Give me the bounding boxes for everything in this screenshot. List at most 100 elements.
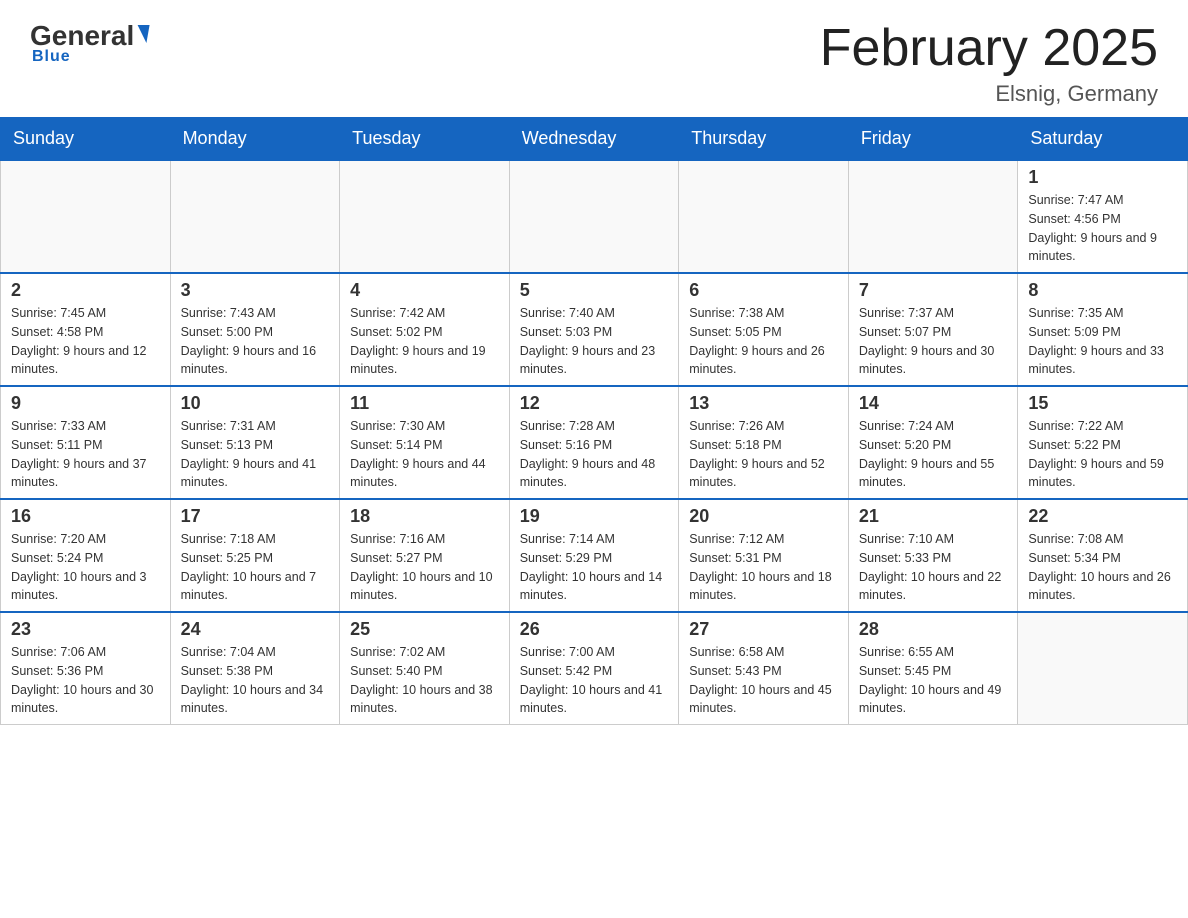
day-number: 22 [1028,506,1177,527]
day-info: Sunrise: 7:31 AM Sunset: 5:13 PM Dayligh… [181,417,330,492]
logo-arrow-icon [135,25,150,43]
day-info: Sunrise: 7:30 AM Sunset: 5:14 PM Dayligh… [350,417,499,492]
calendar-cell: 28Sunrise: 6:55 AM Sunset: 5:45 PM Dayli… [848,612,1018,725]
day-number: 16 [11,506,160,527]
calendar-cell [170,160,340,273]
day-info: Sunrise: 7:04 AM Sunset: 5:38 PM Dayligh… [181,643,330,718]
day-info: Sunrise: 7:45 AM Sunset: 4:58 PM Dayligh… [11,304,160,379]
week-row-5: 23 Sunrise: 7:06 AM Sunset: 5:36 PM Dayli… [1,612,1188,725]
calendar-cell: 25 Sunrise: 7:02 AM Sunset: 5:40 PM Dayli… [340,612,510,725]
day-of-week-tuesday: Tuesday [340,118,510,161]
day-number: 12 [520,393,669,414]
day-of-week-monday: Monday [170,118,340,161]
day-number: 21 [859,506,1008,527]
calendar-cell: 27Sunrise: 6:58 AM Sunset: 5:43 PM Dayli… [679,612,849,725]
day-info: Sunrise: 7:12 AM Sunset: 5:31 PM Dayligh… [689,530,838,605]
day-number: 7 [859,280,1008,301]
day-info: Sunrise: 7:42 AM Sunset: 5:02 PM Dayligh… [350,304,499,379]
day-number: 3 [181,280,330,301]
day-number: 26 [520,619,669,640]
calendar-cell: 8Sunrise: 7:35 AM Sunset: 5:09 PM Daylig… [1018,273,1188,386]
calendar-cell: 26 Sunrise: 7:00 AM Sunset: 5:42 PM Dayli… [509,612,679,725]
day-of-week-friday: Friday [848,118,1018,161]
calendar-cell: 16 Sunrise: 7:20 AM Sunset: 5:24 PM Dayli… [1,499,171,612]
calendar-cell: 6 Sunrise: 7:38 AM Sunset: 5:05 PM Daylig… [679,273,849,386]
day-number: 19 [520,506,669,527]
calendar-cell: 24 Sunrise: 7:04 AM Sunset: 5:38 PM Dayli… [170,612,340,725]
calendar-cell: 2Sunrise: 7:45 AM Sunset: 4:58 PM Daylig… [1,273,171,386]
calendar-cell [1,160,171,273]
calendar-cell: 12Sunrise: 7:28 AM Sunset: 5:16 PM Dayli… [509,386,679,499]
calendar-cell [340,160,510,273]
day-info: Sunrise: 7:02 AM Sunset: 5:40 PM Dayligh… [350,643,499,718]
page-header: General Blue February 2025 Elsnig, Germa… [0,0,1188,117]
day-number: 24 [181,619,330,640]
day-number: 11 [350,393,499,414]
week-row-4: 16 Sunrise: 7:20 AM Sunset: 5:24 PM Dayli… [1,499,1188,612]
day-of-week-wednesday: Wednesday [509,118,679,161]
calendar-wrapper: SundayMondayTuesdayWednesdayThursdayFrid… [0,117,1188,725]
day-number: 25 [350,619,499,640]
calendar-cell: 4 Sunrise: 7:42 AM Sunset: 5:02 PM Daylig… [340,273,510,386]
day-number: 10 [181,393,330,414]
logo: General Blue [30,20,148,66]
calendar-cell: 10 Sunrise: 7:31 AM Sunset: 5:13 PM Dayli… [170,386,340,499]
calendar-cell [509,160,679,273]
day-of-week-sunday: Sunday [1,118,171,161]
day-number: 9 [11,393,160,414]
day-number: 6 [689,280,838,301]
day-info: Sunrise: 7:06 AM Sunset: 5:36 PM Dayligh… [11,643,160,718]
calendar-cell: 20Sunrise: 7:12 AM Sunset: 5:31 PM Dayli… [679,499,849,612]
calendar-cell: 11 Sunrise: 7:30 AM Sunset: 5:14 PM Dayli… [340,386,510,499]
day-info: Sunrise: 7:38 AM Sunset: 5:05 PM Dayligh… [689,304,838,379]
day-info: Sunrise: 7:37 AM Sunset: 5:07 PM Dayligh… [859,304,1008,379]
calendar-cell [679,160,849,273]
day-info: Sunrise: 7:20 AM Sunset: 5:24 PM Dayligh… [11,530,160,605]
calendar-cell: 5 Sunrise: 7:40 AM Sunset: 5:03 PM Daylig… [509,273,679,386]
day-of-week-thursday: Thursday [679,118,849,161]
week-row-1: 1Sunrise: 7:47 AM Sunset: 4:56 PM Daylig… [1,160,1188,273]
day-info: Sunrise: 7:43 AM Sunset: 5:00 PM Dayligh… [181,304,330,379]
day-info: Sunrise: 7:40 AM Sunset: 5:03 PM Dayligh… [520,304,669,379]
day-number: 18 [350,506,499,527]
calendar-table: SundayMondayTuesdayWednesdayThursdayFrid… [0,117,1188,725]
day-info: Sunrise: 7:14 AM Sunset: 5:29 PM Dayligh… [520,530,669,605]
day-number: 17 [181,506,330,527]
calendar-cell [1018,612,1188,725]
day-number: 13 [689,393,838,414]
calendar-cell: 22 Sunrise: 7:08 AM Sunset: 5:34 PM Dayli… [1018,499,1188,612]
calendar-cell: 15 Sunrise: 7:22 AM Sunset: 5:22 PM Dayli… [1018,386,1188,499]
calendar-cell: 21 Sunrise: 7:10 AM Sunset: 5:33 PM Dayli… [848,499,1018,612]
title-area: February 2025 Elsnig, Germany [820,20,1158,107]
calendar-cell: 23 Sunrise: 7:06 AM Sunset: 5:36 PM Dayli… [1,612,171,725]
day-number: 28 [859,619,1008,640]
calendar-cell: 19 Sunrise: 7:14 AM Sunset: 5:29 PM Dayli… [509,499,679,612]
day-number: 27 [689,619,838,640]
day-info: Sunrise: 7:24 AM Sunset: 5:20 PM Dayligh… [859,417,1008,492]
calendar-header-row: SundayMondayTuesdayWednesdayThursdayFrid… [1,118,1188,161]
week-row-2: 2Sunrise: 7:45 AM Sunset: 4:58 PM Daylig… [1,273,1188,386]
day-number: 15 [1028,393,1177,414]
day-number: 14 [859,393,1008,414]
location: Elsnig, Germany [820,81,1158,107]
calendar-cell: 13 Sunrise: 7:26 AM Sunset: 5:18 PM Dayli… [679,386,849,499]
week-row-3: 9 Sunrise: 7:33 AM Sunset: 5:11 PM Daylig… [1,386,1188,499]
logo-blue-text: Blue [32,48,71,66]
day-info: Sunrise: 7:10 AM Sunset: 5:33 PM Dayligh… [859,530,1008,605]
day-info: Sunrise: 7:22 AM Sunset: 5:22 PM Dayligh… [1028,417,1177,492]
day-info: Sunrise: 7:26 AM Sunset: 5:18 PM Dayligh… [689,417,838,492]
day-info: Sunrise: 7:16 AM Sunset: 5:27 PM Dayligh… [350,530,499,605]
day-of-week-saturday: Saturday [1018,118,1188,161]
day-info: Sunrise: 7:18 AM Sunset: 5:25 PM Dayligh… [181,530,330,605]
day-info: Sunrise: 7:00 AM Sunset: 5:42 PM Dayligh… [520,643,669,718]
day-info: Sunrise: 7:47 AM Sunset: 4:56 PM Dayligh… [1028,191,1177,266]
day-number: 5 [520,280,669,301]
calendar-cell: 14 Sunrise: 7:24 AM Sunset: 5:20 PM Dayli… [848,386,1018,499]
day-number: 8 [1028,280,1177,301]
calendar-cell: 18 Sunrise: 7:16 AM Sunset: 5:27 PM Dayli… [340,499,510,612]
day-info: Sunrise: 7:08 AM Sunset: 5:34 PM Dayligh… [1028,530,1177,605]
day-info: Sunrise: 7:33 AM Sunset: 5:11 PM Dayligh… [11,417,160,492]
day-number: 4 [350,280,499,301]
calendar-cell: 7 Sunrise: 7:37 AM Sunset: 5:07 PM Daylig… [848,273,1018,386]
day-number: 23 [11,619,160,640]
